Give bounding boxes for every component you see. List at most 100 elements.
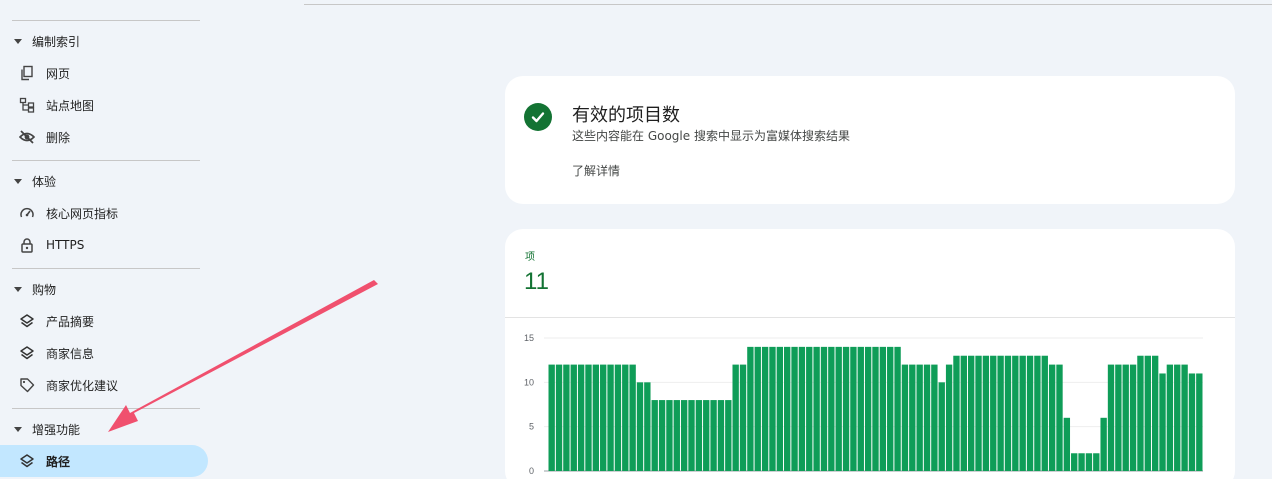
chart-bar[interactable] [842, 346, 850, 471]
chart-bar[interactable] [1071, 453, 1078, 471]
chart-bar[interactable] [864, 346, 872, 471]
sidebar-item[interactable]: 核心网页指标 [0, 197, 208, 229]
chart-bar[interactable] [1188, 373, 1196, 471]
chart-bar[interactable] [1159, 373, 1166, 471]
chart-bar[interactable] [754, 346, 761, 471]
chart-bar[interactable] [784, 346, 791, 471]
chart-bar[interactable] [938, 382, 945, 471]
chart-bar[interactable] [850, 346, 857, 471]
sidebar-section-toggle[interactable]: 增强功能 [12, 417, 80, 441]
sidebar-item[interactable]: HTTPS [0, 229, 208, 261]
chart-bar[interactable] [1093, 453, 1100, 471]
chart-bar[interactable] [629, 364, 636, 471]
chart-bar[interactable] [813, 346, 820, 471]
chart-bar[interactable] [894, 346, 901, 471]
chart-bar[interactable] [1151, 355, 1159, 471]
chart-bar[interactable] [651, 400, 658, 471]
chart-bar[interactable] [1166, 364, 1174, 471]
chart-bar[interactable] [732, 364, 739, 471]
chart-bar[interactable] [1115, 364, 1122, 471]
chart-bar[interactable] [614, 364, 622, 471]
chart-bar[interactable] [1129, 364, 1137, 471]
chart-bar[interactable] [725, 400, 732, 471]
learn-more-link[interactable]: 了解详情 [572, 162, 620, 179]
chart-bar[interactable] [747, 346, 754, 471]
chart-bar[interactable] [953, 355, 960, 471]
chart-bar[interactable] [916, 364, 923, 471]
chart-bar[interactable] [695, 400, 703, 471]
chart-bar[interactable] [1012, 355, 1019, 471]
chart-bar[interactable] [548, 364, 555, 471]
chart-bar[interactable] [791, 346, 798, 471]
chart-bar[interactable] [835, 346, 842, 471]
chart-bar[interactable] [960, 355, 967, 471]
chart-bar[interactable] [636, 382, 644, 471]
chart-bar[interactable] [607, 364, 614, 471]
chart-bar[interactable] [644, 382, 651, 471]
chart-bar[interactable] [975, 355, 982, 471]
chart-bar[interactable] [1019, 355, 1026, 471]
chart-bar[interactable] [1063, 417, 1071, 471]
chart-bar[interactable] [666, 400, 673, 471]
chart-bar[interactable] [820, 346, 828, 471]
sidebar-section-toggle[interactable]: 编制索引 [12, 29, 80, 53]
chart-bar[interactable] [739, 364, 747, 471]
chart-bar[interactable] [1056, 364, 1063, 471]
chart-bar[interactable] [872, 346, 879, 471]
sidebar-item[interactable]: 网页 [0, 57, 208, 89]
chart-bar[interactable] [1026, 355, 1034, 471]
sidebar-item[interactable]: 商家信息 [0, 337, 208, 369]
chart-bar[interactable] [1196, 373, 1203, 471]
chart-bar[interactable] [1181, 364, 1188, 471]
chart-bar[interactable] [997, 355, 1004, 471]
chart-bar[interactable] [887, 346, 894, 471]
chart-bar[interactable] [1100, 417, 1107, 471]
chart-bar[interactable] [1144, 355, 1151, 471]
chart-bar[interactable] [710, 400, 717, 471]
chart-bar[interactable] [592, 364, 600, 471]
chart-bar[interactable] [680, 400, 688, 471]
chart-bar[interactable] [1085, 453, 1093, 471]
chart-bar[interactable] [717, 400, 725, 471]
chart-bar[interactable] [1174, 364, 1181, 471]
chart-bar[interactable] [1107, 364, 1115, 471]
chart-bar[interactable] [1034, 355, 1041, 471]
chart-bar[interactable] [776, 346, 784, 471]
chart-bar[interactable] [622, 364, 629, 471]
chart-bar[interactable] [761, 346, 769, 471]
chart-bar[interactable] [798, 346, 806, 471]
chart-bar[interactable] [563, 364, 570, 471]
chart-bar[interactable] [555, 364, 563, 471]
chart-bar[interactable] [901, 364, 909, 471]
chart-bar[interactable] [1137, 355, 1144, 471]
sidebar-section-toggle[interactable]: 体验 [12, 169, 56, 193]
sidebar-section-toggle[interactable]: 购物 [12, 277, 56, 301]
chart-bar[interactable] [879, 346, 887, 471]
chart-bar[interactable] [703, 400, 710, 471]
sidebar-item[interactable]: 产品摘要 [0, 305, 208, 337]
sidebar-item[interactable]: 路径 [0, 445, 208, 477]
chart-bar[interactable] [967, 355, 975, 471]
chart-bar[interactable] [982, 355, 990, 471]
chart-bar[interactable] [857, 346, 864, 471]
chart-bar[interactable] [828, 346, 835, 471]
chart-bar[interactable] [577, 364, 585, 471]
chart-bar[interactable] [923, 364, 931, 471]
chart-bar[interactable] [769, 346, 776, 471]
chart-bar[interactable] [570, 364, 577, 471]
chart-bar[interactable] [806, 346, 813, 471]
chart-bar[interactable] [945, 364, 953, 471]
chart-bar[interactable] [909, 364, 916, 471]
chart-bar[interactable] [1041, 355, 1048, 471]
chart-bar[interactable] [585, 364, 592, 471]
chart-bar[interactable] [1078, 453, 1085, 471]
chart-bar[interactable] [1122, 364, 1129, 471]
chart-bar[interactable] [931, 364, 938, 471]
sidebar-item[interactable]: 商家优化建议 [0, 369, 208, 401]
chart-bar[interactable] [658, 400, 666, 471]
chart-bar[interactable] [600, 364, 607, 471]
chart-bar[interactable] [1004, 355, 1012, 471]
chart-bar[interactable] [673, 400, 680, 471]
chart-bar[interactable] [1048, 364, 1056, 471]
chart-bar[interactable] [688, 400, 695, 471]
